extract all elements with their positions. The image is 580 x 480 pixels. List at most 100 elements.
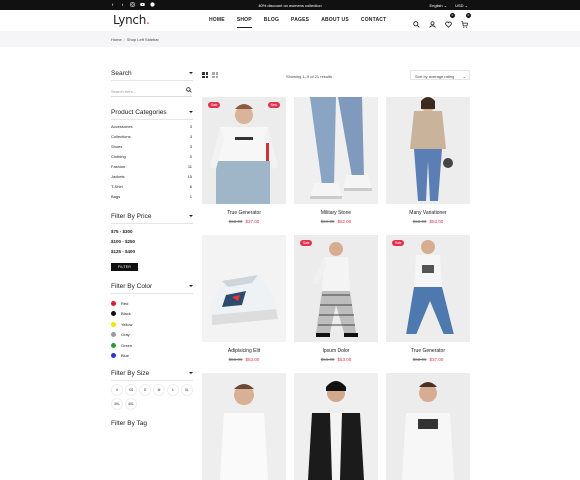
categories-widget-title[interactable]: Product Categories: [111, 109, 193, 116]
cart-icon[interactable]: 0: [461, 13, 471, 28]
user-icon[interactable]: [429, 15, 436, 28]
breadcrumb-current: Shop Left Sidebar: [126, 37, 159, 42]
size-option[interactable]: L: [167, 384, 179, 396]
nav-about-us[interactable]: ABOUT US: [321, 17, 349, 28]
product-card[interactable]: Adipisicing Elit $56.00 $63.00: [202, 235, 286, 362]
nav-blog[interactable]: BLOG: [264, 17, 279, 28]
price-range-option[interactable]: $100 - $250: [111, 239, 135, 249]
result-count: Showing 1–9 of 21 results: [286, 74, 333, 79]
product-image[interactable]: [386, 97, 470, 204]
size-option[interactable]: XL: [181, 384, 193, 396]
promo-text: 40% discount on womens collection: [258, 3, 322, 8]
sale-badge: Sale: [392, 240, 405, 246]
product-image[interactable]: Sale: [386, 235, 470, 342]
size-option[interactable]: XS: [125, 384, 137, 396]
product-card[interactable]: Sale New True Generator $62.00 $37.00: [202, 97, 286, 224]
color-option-blue[interactable]: Blue: [111, 351, 132, 362]
currency-select[interactable]: USD ⌄: [455, 3, 468, 8]
product-image[interactable]: [386, 373, 470, 480]
product-card[interactable]: Military Stone $69.00 $62.00: [294, 97, 378, 224]
category-item[interactable]: Accessories 3: [111, 124, 192, 134]
product-image[interactable]: [202, 373, 286, 480]
grid-view-icon[interactable]: [202, 72, 208, 78]
product-card[interactable]: [202, 373, 286, 480]
size-option[interactable]: 4XL: [125, 398, 137, 410]
product-name[interactable]: Ipsum Dolor: [294, 348, 378, 354]
top-bar: f t 40% discount on womens collection En…: [0, 0, 580, 10]
size-options: X XS S M L XL 3XL 4XL: [111, 384, 193, 410]
nav-pages[interactable]: PAGES: [291, 17, 309, 28]
color-swatch: [111, 332, 116, 338]
size-option[interactable]: 3XL: [111, 398, 123, 410]
product-card[interactable]: Sale Ipsum Dolor $56.00 $53.00: [294, 235, 378, 362]
color-option-green[interactable]: Green: [111, 340, 132, 351]
color-widget-title[interactable]: Filter By Color: [111, 283, 193, 290]
color-option-yellow[interactable]: Yellow: [111, 319, 132, 330]
search-input[interactable]: Search here...: [111, 85, 192, 97]
price-widget-title[interactable]: Filter By Price: [111, 213, 193, 220]
category-item[interactable]: Fashion 11: [111, 164, 192, 174]
product-image[interactable]: Sale New: [202, 97, 286, 204]
product-card[interactable]: [386, 373, 470, 480]
color-option-gray[interactable]: Gray: [111, 330, 132, 341]
product-name[interactable]: True Generator: [386, 348, 470, 354]
sale-badge: Sale: [300, 240, 313, 246]
size-option[interactable]: M: [153, 384, 165, 396]
wishlist-heart-icon[interactable]: 0: [445, 13, 455, 28]
category-item[interactable]: T-Shirt 6: [111, 184, 192, 194]
product-price: $62.00 $37.00: [228, 219, 260, 224]
product-card[interactable]: Many Variationer $62.00 $53.00: [386, 97, 470, 224]
search-icon[interactable]: [413, 15, 420, 28]
category-item[interactable]: Collections 3: [111, 134, 192, 144]
filter-button[interactable]: FILTER: [111, 263, 138, 271]
breadcrumb: Home / Shop Left Sidebar: [111, 37, 159, 42]
sale-badge: Sale: [208, 102, 221, 108]
color-option-black[interactable]: Black: [111, 309, 132, 320]
breadcrumb-bar: Home / Shop Left Sidebar: [0, 31, 580, 47]
product-image[interactable]: [294, 373, 378, 480]
header: Lynch. HOME SHOP BLOG PAGES ABOUT US CON…: [0, 10, 580, 32]
product-name[interactable]: Military Stone: [294, 210, 378, 216]
nav-shop[interactable]: SHOP: [236, 17, 252, 28]
divider: [111, 293, 193, 294]
product-image[interactable]: Sale: [294, 235, 378, 342]
color-option-red[interactable]: Red: [111, 298, 132, 309]
price-range-option[interactable]: $125 - $400: [111, 249, 135, 259]
product-card[interactable]: [294, 373, 378, 480]
category-item[interactable]: Clothing 0: [111, 154, 192, 164]
size-option[interactable]: S: [139, 384, 151, 396]
search-icon[interactable]: [186, 87, 192, 94]
price-range-option[interactable]: $75 - $300: [111, 229, 135, 239]
product-price: $62.00 $37.00: [412, 357, 444, 362]
price-range-list: $75 - $300 $100 - $250 $125 - $400: [111, 229, 135, 259]
nav-home[interactable]: HOME: [209, 17, 225, 28]
chevron-down-icon: [189, 372, 193, 374]
sort-select[interactable]: Sort by average rating ⌄: [410, 70, 470, 80]
list-view-icon[interactable]: [212, 72, 218, 78]
divider: [111, 380, 193, 381]
product-name[interactable]: Many Variationer: [386, 210, 470, 216]
color-swatch: [111, 300, 116, 306]
logo[interactable]: Lynch.: [113, 13, 150, 27]
size-option[interactable]: X: [111, 384, 123, 396]
product-name[interactable]: Adipisicing Elit: [202, 348, 286, 354]
category-item[interactable]: Shoes 3: [111, 144, 192, 154]
size-widget-title[interactable]: Filter By Size: [111, 370, 193, 377]
main-nav: HOME SHOP BLOG PAGES ABOUT US CONTACT: [209, 17, 386, 28]
product-name[interactable]: True Generator: [202, 210, 286, 216]
category-item[interactable]: Jackets 15: [111, 174, 192, 184]
chevron-down-icon: [189, 285, 193, 287]
category-item[interactable]: Bags 1: [111, 194, 192, 204]
product-image[interactable]: [294, 97, 378, 204]
product-image[interactable]: [202, 235, 286, 342]
search-widget-title[interactable]: Search: [111, 70, 193, 77]
cart-count-badge: 0: [466, 13, 471, 18]
color-swatch: [111, 311, 116, 317]
chevron-down-icon: [189, 111, 193, 113]
breadcrumb-home[interactable]: Home: [111, 37, 122, 42]
new-badge: New: [267, 102, 280, 108]
language-select[interactable]: English ⌄: [429, 3, 447, 8]
product-card[interactable]: Sale True Generator $62.00 $37.00: [386, 235, 470, 362]
nav-contact[interactable]: CONTACT: [361, 17, 386, 28]
tag-widget-title[interactable]: Filter By Tag: [111, 420, 193, 427]
